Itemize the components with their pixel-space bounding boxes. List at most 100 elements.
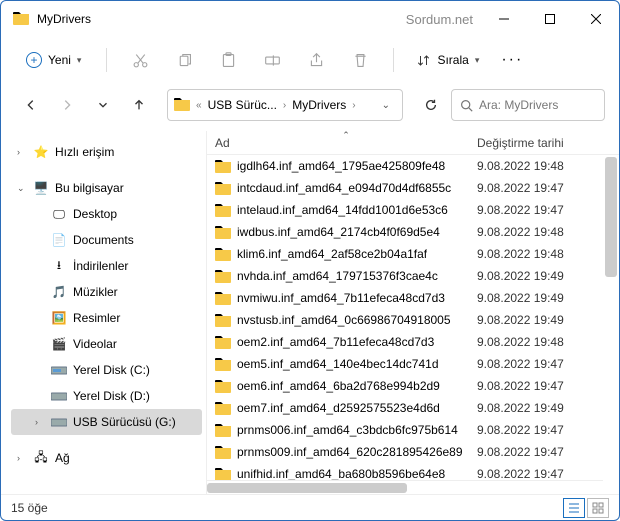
file-date: 9.08.2022 19:47 <box>477 445 564 459</box>
scrollbar-thumb[interactable] <box>605 157 617 277</box>
table-row[interactable]: prnms009.inf_amd64_620c281895426e89 9.08.… <box>207 441 619 463</box>
tree-disk-c[interactable]: ›Yerel Disk (C:) <box>11 357 202 383</box>
paste-button[interactable] <box>209 42 247 78</box>
crumb-usb[interactable]: USB Sürüc... <box>208 98 277 112</box>
tree-disk-d[interactable]: ›Yerel Disk (D:) <box>11 383 202 409</box>
cut-button[interactable] <box>121 42 159 78</box>
picture-icon: 🖼️ <box>51 310 67 326</box>
crumb-mydrivers[interactable]: MyDrivers <box>292 98 346 112</box>
table-row[interactable]: intelaud.inf_amd64_14fdd1001d6e53c69.08.… <box>207 199 619 221</box>
search-input[interactable]: Ara: MyDrivers <box>451 89 605 121</box>
file-name: iwdbus.inf_amd64_2174cb4f0f69d5e4 <box>237 225 440 239</box>
tree-pictures[interactable]: ›🖼️Resimler <box>11 305 202 331</box>
table-row[interactable]: intcdaud.inf_amd64_e094d70d4df6855c 9.08.… <box>207 177 619 199</box>
chevron-down-icon: ▾ <box>77 55 82 66</box>
file-date: 9.08.2022 19:49 <box>477 313 564 327</box>
table-row[interactable]: nvstusb.inf_amd64_0c66986704918005 9.08.2… <box>207 309 619 331</box>
back-button[interactable] <box>15 89 47 121</box>
desktop-icon: 🖵 <box>51 206 67 222</box>
file-name: nvhda.inf_amd64_179715376f3cae4c <box>237 269 438 283</box>
delete-button[interactable] <box>341 42 379 78</box>
tree-quick-access[interactable]: ›⭐Hızlı erişim <box>11 139 202 165</box>
file-date: 9.08.2022 19:48 <box>477 225 564 239</box>
search-placeholder: Ara: MyDrivers <box>479 98 558 112</box>
drive-icon <box>51 362 67 378</box>
drive-icon <box>51 388 67 404</box>
view-details-button[interactable] <box>563 498 585 518</box>
table-row[interactable]: oem5.inf_amd64_140e4bec14dc741d9.08.2022… <box>207 353 619 375</box>
table-row[interactable]: klim6.inf_amd64_2af58ce2b04a1faf9.08.202… <box>207 243 619 265</box>
tree-downloads[interactable]: ›⭳İndirilenler <box>11 253 202 279</box>
file-name: prnms009.inf_amd64_620c281895426e89 <box>237 445 463 459</box>
table-row[interactable]: oem2.inf_amd64_7b11efeca48cd7d39.08.2022… <box>207 331 619 353</box>
video-icon: 🎬 <box>51 336 67 352</box>
file-date: 9.08.2022 19:47 <box>477 423 564 437</box>
file-date: 9.08.2022 19:49 <box>477 269 564 283</box>
star-icon: ⭐ <box>33 144 49 160</box>
toolbar: + Yeni ▾ Sırala ▾ ··· <box>1 37 619 83</box>
new-label: Yeni <box>48 53 71 67</box>
divider <box>106 48 107 72</box>
file-date: 9.08.2022 19:47 <box>477 181 564 195</box>
view-icons-button[interactable] <box>587 498 609 518</box>
table-row[interactable]: oem7.inf_amd64_d2592575523e4d6d9.08.2022… <box>207 397 619 419</box>
chevron-down-icon: ▾ <box>475 55 480 66</box>
tree-this-pc[interactable]: ⌄🖥️Bu bilgisayar <box>11 175 202 201</box>
file-name: nvstusb.inf_amd64_0c66986704918005 <box>237 313 451 327</box>
table-row[interactable]: nvmiwu.inf_amd64_7b11efeca48cd7d39.08.20… <box>207 287 619 309</box>
window-title: MyDrivers <box>37 12 91 26</box>
file-date: 9.08.2022 19:49 <box>477 401 564 415</box>
file-list: ⌃ Ad Değiştirme tarihi igdlh64.inf_amd64… <box>207 131 619 494</box>
tree-network[interactable]: ›🖧Ağ <box>11 445 202 471</box>
file-name: intcdaud.inf_amd64_e094d70d4df6855c <box>237 181 451 195</box>
file-name: oem5.inf_amd64_140e4bec14dc741d <box>237 357 439 371</box>
table-row[interactable]: nvhda.inf_amd64_179715376f3cae4c 9.08.202… <box>207 265 619 287</box>
up-button[interactable] <box>123 89 155 121</box>
file-name: intelaud.inf_amd64_14fdd1001d6e53c6 <box>237 203 448 217</box>
file-date: 9.08.2022 19:48 <box>477 247 564 261</box>
h-scrollbar[interactable] <box>207 480 603 494</box>
file-date: 9.08.2022 19:48 <box>477 335 564 349</box>
col-date[interactable]: Değiştirme tarihi <box>477 136 564 150</box>
recent-button[interactable] <box>87 89 119 121</box>
maximize-button[interactable] <box>527 1 573 37</box>
download-icon: ⭳ <box>51 258 67 274</box>
tree-documents[interactable]: ›📄Documents <box>11 227 202 253</box>
address-bar[interactable]: « USB Sürüc... › MyDrivers › ⌄ <box>167 89 403 121</box>
file-date: 9.08.2022 19:48 <box>477 159 564 173</box>
tree-usb-g[interactable]: ›USB Sürücüsü (G:) <box>11 409 202 435</box>
music-icon: 🎵 <box>51 284 67 300</box>
share-button[interactable] <box>297 42 335 78</box>
tree-videos[interactable]: ›🎬Videolar <box>11 331 202 357</box>
table-row[interactable]: igdlh64.inf_amd64_1795ae425809fe489.08.2… <box>207 155 619 177</box>
search-icon <box>460 99 473 112</box>
close-button[interactable] <box>573 1 619 37</box>
sort-indicator: ⌃ <box>215 131 477 141</box>
nav-tree: ›⭐Hızlı erişim ⌄🖥️Bu bilgisayar ›🖵Deskto… <box>1 131 207 494</box>
tree-music[interactable]: ›🎵Müzikler <box>11 279 202 305</box>
copy-button[interactable] <box>165 42 203 78</box>
new-button[interactable]: + Yeni ▾ <box>15 46 92 74</box>
chevron-right-icon: › <box>350 100 357 111</box>
rename-button[interactable] <box>253 42 291 78</box>
file-name: oem6.inf_amd64_6ba2d768e994b2d9 <box>237 379 440 393</box>
sort-label: Sırala <box>437 53 468 67</box>
item-count: 15 öğe <box>11 501 48 515</box>
table-row[interactable]: prnms006.inf_amd64_c3bdcb6fc975b6149.08.… <box>207 419 619 441</box>
file-name: unifhid.inf_amd64_ba680b8596be64e8 <box>237 467 445 481</box>
document-icon: 📄 <box>51 232 67 248</box>
sort-icon <box>416 53 431 68</box>
tree-desktop[interactable]: ›🖵Desktop <box>11 201 202 227</box>
view-button[interactable]: ··· <box>493 42 531 78</box>
file-date: 9.08.2022 19:47 <box>477 467 564 481</box>
minimize-button[interactable] <box>481 1 527 37</box>
refresh-button[interactable] <box>415 89 447 121</box>
forward-button[interactable] <box>51 89 83 121</box>
app-icon <box>13 11 29 27</box>
sort-button[interactable]: Sırala ▾ <box>408 48 487 73</box>
folder-icon <box>174 97 190 114</box>
file-name: nvmiwu.inf_amd64_7b11efeca48cd7d3 <box>237 291 445 305</box>
address-dropdown[interactable]: ⌄ <box>376 100 396 111</box>
table-row[interactable]: oem6.inf_amd64_6ba2d768e994b2d99.08.2022… <box>207 375 619 397</box>
table-row[interactable]: iwdbus.inf_amd64_2174cb4f0f69d5e4 9.08.20… <box>207 221 619 243</box>
